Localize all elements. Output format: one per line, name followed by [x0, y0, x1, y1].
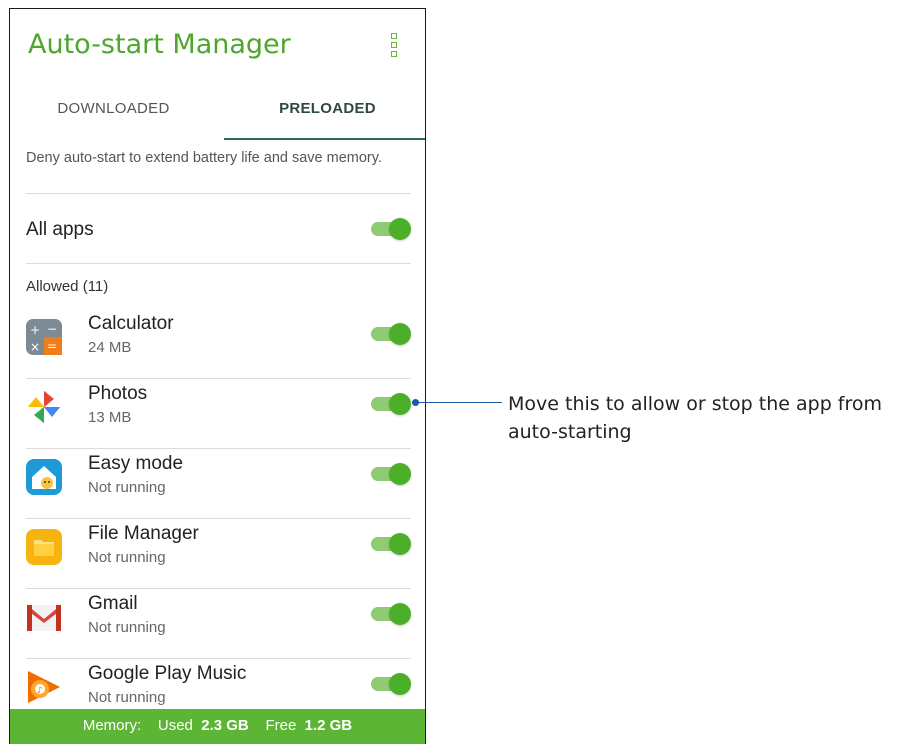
divider: [26, 193, 411, 194]
tab-preloaded[interactable]: PRELOADED: [224, 89, 425, 139]
easy-mode-icon: [26, 459, 62, 495]
svg-text:×: ×: [30, 340, 40, 354]
tab-selected-indicator: [224, 138, 425, 140]
used-label: Used: [157, 717, 193, 734]
app-row-photos[interactable]: Photos 13 MB: [10, 379, 425, 449]
app-name: Easy mode: [88, 453, 184, 474]
photos-pinwheel-icon: [28, 391, 60, 423]
app-title: Auto-start Manager: [28, 29, 291, 60]
play-music-icon: ♪: [28, 671, 60, 703]
free-value: 1.2 GB: [304, 717, 353, 734]
app-row-file-manager[interactable]: File Manager Not running: [10, 519, 425, 589]
callout-text: Move this to allow or stop the app from …: [508, 393, 883, 443]
app-toggle-google-play-music[interactable]: [371, 673, 413, 695]
app-toggle-calculator[interactable]: [371, 323, 413, 345]
description-text: Deny auto-start to extend battery life a…: [26, 150, 382, 166]
svg-text:=: =: [47, 339, 57, 353]
app-status: 24 MB: [88, 339, 132, 356]
app-status: Not running: [88, 549, 166, 566]
allowed-section-label: Allowed (11): [26, 278, 109, 295]
all-apps-label: All apps: [26, 219, 94, 240]
tab-bar: DOWNLOADED PRELOADED: [10, 89, 425, 141]
app-row-gmail[interactable]: Gmail Not running: [10, 589, 425, 659]
svg-text:+: +: [30, 323, 40, 337]
app-status: Not running: [88, 479, 166, 496]
app-name: Google Play Music: [88, 663, 247, 684]
app-row-calculator[interactable]: + − × = Calculator 24 MB: [10, 309, 425, 379]
app-status: Not running: [88, 689, 166, 706]
used-value: 2.3 GB: [201, 717, 249, 734]
app-status: Not running: [88, 619, 166, 636]
callout-line: [418, 402, 502, 403]
app-toggle-photos[interactable]: [371, 393, 413, 415]
svg-text:−: −: [47, 322, 57, 336]
app-name: File Manager: [88, 523, 199, 544]
gmail-icon: [27, 605, 61, 631]
folder-icon: [26, 529, 62, 565]
app-status: 13 MB: [88, 409, 132, 426]
app-toggle-gmail[interactable]: [371, 603, 413, 625]
divider: [26, 263, 411, 264]
all-apps-toggle[interactable]: [371, 218, 413, 240]
calculator-icon: + − × =: [26, 319, 62, 355]
app-name: Photos: [88, 383, 148, 404]
tab-downloaded[interactable]: DOWNLOADED: [10, 89, 217, 139]
free-label: Free: [265, 717, 297, 734]
svg-text:♪: ♪: [37, 686, 43, 696]
app-toggle-easy-mode[interactable]: [371, 463, 413, 485]
overflow-menu-icon[interactable]: [391, 33, 399, 59]
phone-screen: Auto-start Manager DOWNLOADED PRELOADED …: [9, 8, 426, 744]
app-name: Gmail: [88, 593, 138, 614]
app-row-easy-mode[interactable]: Easy mode Not running: [10, 449, 425, 519]
app-name: Calculator: [88, 313, 174, 334]
memory-label: Memory:: [82, 717, 142, 734]
memory-footer: Memory: Used 2.3 GB Free 1.2 GB: [10, 709, 425, 744]
app-toggle-file-manager[interactable]: [371, 533, 413, 555]
